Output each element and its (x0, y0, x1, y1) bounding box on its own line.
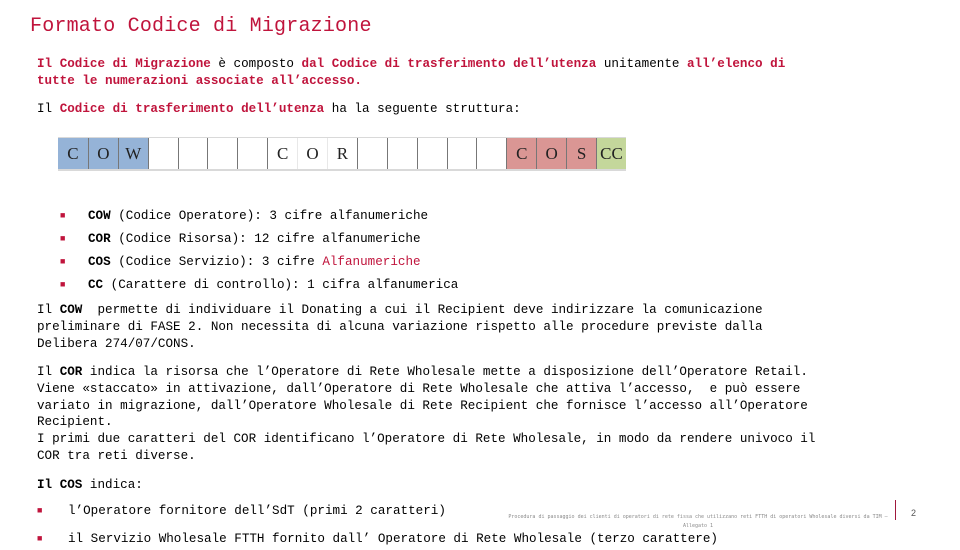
code-cell-cor (416, 138, 447, 169)
cor-pre: Il (37, 365, 60, 379)
footer-text: Procedura di passaggio dei clienti di op… (508, 514, 888, 529)
field-code: COS (88, 254, 111, 269)
code-cell-cor (356, 138, 387, 169)
highlighted-term: Codice di Migrazione (59, 57, 211, 71)
intro-text: unitamente (596, 57, 687, 71)
bullet-icon: ■ (60, 233, 66, 244)
code-cell-cor: R (327, 138, 357, 169)
cos-heading: Il COS indica: (37, 477, 143, 494)
field-desc: (Codice Risorsa): 12 cifre alfanumeriche (110, 231, 421, 246)
structure-intro: Il Codice di trasferimento dell’utenza h… (37, 101, 521, 118)
cow-paragraph: Il COW permette di individuare il Donati… (37, 302, 763, 352)
field-desc: (Codice Servizio): 3 cifre (110, 254, 323, 269)
list-item: ■ COW (Codice Operatore): 3 cifre alfanum… (60, 204, 458, 227)
field-desc: (Carattere di controllo): 1 cifra alfanu… (103, 277, 459, 292)
highlighted-term: all’elenco di (687, 57, 786, 71)
cor-text: indica la risorsa che l’Operatore di Ret… (37, 365, 816, 463)
code-cell-cor (147, 138, 178, 169)
page-title: Formato Codice di Migrazione (30, 15, 372, 38)
code-cell-cor: O (297, 138, 328, 169)
code-cell-cos: C (506, 138, 537, 169)
field-list: ■ COW (Codice Operatore): 3 cifre alfanum… (60, 204, 458, 296)
field-code: CC (88, 277, 104, 292)
code-cell-cor (207, 138, 238, 169)
code-cell-cow: O (87, 138, 118, 169)
code-cell-cc: CC (596, 138, 626, 169)
list-item: ■ il Servizio Wholesale FTTH fornito dall… (37, 528, 718, 550)
code-cell-cow: W (117, 138, 148, 169)
cor-paragraph: Il COR indica la risorsa che l’Operatore… (37, 364, 815, 465)
cow-code: COW (59, 303, 83, 317)
code-cell-cor (237, 138, 268, 169)
transfer-code-diagram: C O W C O R C O S CC (58, 137, 626, 171)
code-cell-cow: C (58, 138, 88, 169)
field-extra: Alfanumeriche (322, 254, 421, 269)
intro-paragraph: Il Codice di Migrazione è composto dal C… (37, 56, 785, 90)
structure-intro-post: ha la seguente struttura: (324, 102, 521, 116)
field-code: COW (88, 208, 111, 223)
bullet-icon: ■ (37, 534, 43, 544)
code-cell-cor (476, 138, 507, 169)
field-desc: (Codice Operatore): 3 cifre alfanumerich… (110, 208, 429, 223)
list-item: ■ CC (Carattere di controllo): 1 cifra al… (60, 273, 458, 296)
cos-heading-code: COS (59, 478, 83, 492)
cos-item: l’Operatore fornitore dell’SdT (primi 2 … (68, 504, 446, 518)
cos-heading-pre: Il (37, 478, 60, 492)
cow-text: permette di individuare il Donating a cu… (37, 303, 763, 351)
code-cell-cos: S (566, 138, 597, 169)
bullet-icon: ■ (60, 210, 66, 221)
code-cell-cor (386, 138, 417, 169)
code-cell-cos: O (536, 138, 567, 169)
page-number: 2 (911, 508, 917, 518)
footer-divider (895, 500, 896, 520)
bullet-icon: ■ (37, 506, 43, 516)
cow-pre: Il (37, 303, 60, 317)
highlighted-term: Il (37, 57, 60, 71)
list-item: ■ COS (Codice Servizio): 3 cifre Alfanume… (60, 250, 458, 273)
structure-intro-term: Codice di trasferimento dell’utenza (59, 102, 325, 116)
bullet-icon: ■ (60, 279, 66, 290)
field-code: COR (88, 231, 111, 246)
code-cell-cor (177, 138, 208, 169)
bullet-icon: ■ (60, 256, 66, 267)
highlighted-term: dal Codice di trasferimento dell’utenza (301, 57, 597, 71)
cor-code: COR (59, 365, 83, 379)
cos-heading-post: indica: (82, 478, 143, 492)
list-item: ■ COR (Codice Risorsa): 12 cifre alfanume… (60, 227, 458, 250)
intro-text: è composto (210, 57, 302, 71)
structure-intro-pre: Il (37, 102, 60, 116)
highlighted-term: tutte le numerazioni associate all’acces… (37, 73, 362, 88)
cos-item: il Servizio Wholesale FTTH fornito dall’… (68, 532, 718, 546)
code-cell-cor: C (267, 138, 298, 169)
code-cell-cor (446, 138, 477, 169)
